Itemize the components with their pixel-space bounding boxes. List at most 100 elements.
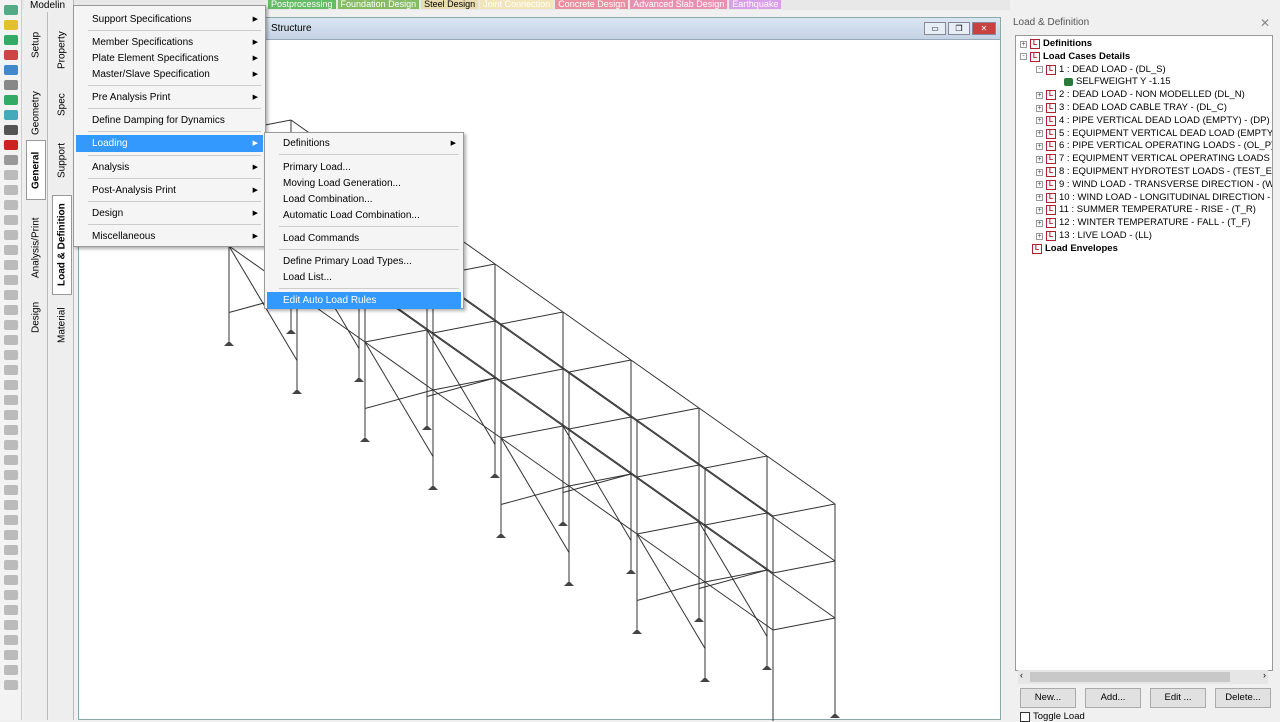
tool-icon[interactable] <box>4 545 18 555</box>
module-tab[interactable]: Joint Connection <box>480 0 554 9</box>
expand-icon[interactable]: + <box>1020 40 1027 48</box>
tree-node[interactable]: + L 5 : EQUIPMENT VERTICAL DEAD LOAD (EMPT… <box>1036 128 1272 140</box>
edit-button[interactable]: Edit ... <box>1150 688 1206 708</box>
expand-icon[interactable]: + <box>1036 232 1043 240</box>
tool-icon[interactable] <box>4 35 18 45</box>
close-icon[interactable]: ✕ <box>1260 16 1270 30</box>
menu-item-miscellaneous[interactable]: Miscellaneous ▶ <box>76 228 263 245</box>
expand-icon[interactable]: + <box>1036 168 1043 176</box>
tool-icon[interactable] <box>4 365 18 375</box>
collapse-icon[interactable]: - <box>1020 53 1027 61</box>
tool-icon[interactable] <box>4 380 18 390</box>
tool-icon[interactable] <box>4 200 18 210</box>
tool-icon[interactable] <box>4 470 18 480</box>
tree-node[interactable]: - L Load Cases Details <box>1020 51 1130 63</box>
tab-material[interactable]: Material <box>52 298 72 353</box>
tool-icon[interactable] <box>4 290 18 300</box>
tree-node[interactable]: + L 10 : WIND LOAD - LONGITUDINAL DIRECTIO… <box>1036 192 1272 204</box>
tree-node[interactable]: + L 3 : DEAD LOAD CABLE TRAY - (DL_C) <box>1036 102 1227 114</box>
tool-icon[interactable] <box>4 20 18 30</box>
tool-icon[interactable] <box>4 95 18 105</box>
tool-icon[interactable] <box>4 500 18 510</box>
menu-item-analysis[interactable]: Analysis ▶ <box>76 159 263 176</box>
menu-item-support-specifications[interactable]: Support Specifications ▶ <box>76 11 263 28</box>
expand-icon[interactable]: + <box>1036 181 1043 189</box>
expand-icon[interactable]: + <box>1036 155 1043 163</box>
tool-icon[interactable] <box>4 590 18 600</box>
tree-node[interactable]: + L 8 : EQUIPMENT HYDROTEST LOADS - (TEST_… <box>1036 166 1272 178</box>
menu-item-plate-element-specifications[interactable]: Plate Element Specifications ▶ <box>76 50 263 67</box>
tab-setup[interactable]: Setup <box>26 15 46 75</box>
tool-icon[interactable] <box>4 275 18 285</box>
tool-icon[interactable] <box>4 110 18 120</box>
tool-icon[interactable] <box>4 605 18 615</box>
horizontal-scrollbar[interactable]: ‹ › <box>1018 670 1268 684</box>
expand-icon[interactable]: + <box>1036 117 1043 125</box>
tool-icon[interactable] <box>4 650 18 660</box>
tool-icon[interactable] <box>4 425 18 435</box>
module-tab[interactable]: Postprocessing <box>268 0 336 9</box>
tree-node[interactable]: + L 13 : LIVE LOAD - (LL) <box>1036 230 1152 242</box>
tool-icon[interactable] <box>4 125 18 135</box>
module-tab[interactable]: Steel Design <box>421 0 479 9</box>
tool-icon[interactable] <box>4 65 18 75</box>
expand-icon[interactable]: + <box>1036 91 1043 99</box>
tool-icon[interactable] <box>4 305 18 315</box>
tool-icon[interactable] <box>4 260 18 270</box>
tool-icon[interactable] <box>4 440 18 450</box>
tool-icon[interactable] <box>4 155 18 165</box>
menu-item-definitions[interactable]: Definitions ▶ <box>267 135 461 152</box>
tree-node[interactable]: + L 12 : WINTER TEMPERATURE - FALL - (T_F) <box>1036 217 1250 229</box>
menu-item-edit-auto-load-rules[interactable]: Edit Auto Load Rules <box>267 292 461 309</box>
tool-icon[interactable] <box>4 530 18 540</box>
toggle-load-checkbox[interactable]: Toggle Load <box>1020 711 1085 722</box>
tool-icon[interactable] <box>4 320 18 330</box>
tool-icon[interactable] <box>4 410 18 420</box>
menu-item-member-specifications[interactable]: Member Specifications ▶ <box>76 34 263 51</box>
menu-item-moving-load-generation[interactable]: Moving Load Generation... <box>267 175 461 192</box>
tool-icon[interactable] <box>4 455 18 465</box>
menu-item-design[interactable]: Design ▶ <box>76 205 263 222</box>
tool-icon[interactable] <box>4 515 18 525</box>
expand-icon[interactable]: + <box>1036 104 1043 112</box>
tree-node[interactable]: + L 4 : PIPE VERTICAL DEAD LOAD (EMPTY) - … <box>1036 115 1270 127</box>
tab-support[interactable]: Support <box>52 130 72 190</box>
menu-item-master-slave-specification[interactable]: Master/Slave Specification ▶ <box>76 66 263 83</box>
tree-node[interactable]: + L 11 : SUMMER TEMPERATURE - RISE - (T_R) <box>1036 204 1256 216</box>
menu-item-loading[interactable]: Loading ▶ <box>76 135 263 152</box>
delete-button[interactable]: Delete... <box>1215 688 1271 708</box>
menu-item-automatic-load-combination[interactable]: Automatic Load Combination... <box>267 207 461 224</box>
tab-design[interactable]: Design <box>26 290 46 345</box>
tab-load-definition[interactable]: Load & Definition <box>52 195 72 295</box>
tool-icon[interactable] <box>4 335 18 345</box>
module-tab[interactable]: Concrete Design <box>555 0 629 9</box>
tool-icon[interactable] <box>4 350 18 360</box>
tool-icon[interactable] <box>4 80 18 90</box>
tool-icon[interactable] <box>4 620 18 630</box>
menu-item-define-damping-for-dynamics[interactable]: Define Damping for Dynamics <box>76 112 263 129</box>
tool-icon[interactable] <box>4 575 18 585</box>
tree-node[interactable]: + L 7 : EQUIPMENT VERTICAL OPERATING LOADS… <box>1036 153 1272 165</box>
menu-item-load-list[interactable]: Load List... <box>267 269 461 286</box>
tree-node[interactable]: -L1 : DEAD LOAD - (DL_S) <box>1036 64 1166 76</box>
close-button[interactable]: ✕ <box>972 22 996 35</box>
tool-icon[interactable] <box>4 485 18 495</box>
tool-icon[interactable] <box>4 245 18 255</box>
expand-icon[interactable]: + <box>1036 142 1043 150</box>
tree-node[interactable]: + L 6 : PIPE VERTICAL OPERATING LOADS - (O… <box>1036 140 1272 152</box>
tool-icon[interactable] <box>4 395 18 405</box>
menu-item-load-commands[interactable]: Load Commands <box>267 230 461 247</box>
restore-button[interactable]: ❐ <box>948 22 970 35</box>
collapse-icon[interactable]: - <box>1036 66 1043 74</box>
load-tree[interactable]: + L Definitions - L Load Cases Details - L 1 : D… <box>1015 35 1273 671</box>
tree-node[interactable]: + L Definitions <box>1020 38 1092 50</box>
menu-item-primary-load[interactable]: Primary Load... <box>267 159 461 176</box>
tool-icon[interactable] <box>4 140 18 150</box>
tool-icon[interactable] <box>4 230 18 240</box>
tree-node[interactable]: + L 2 : DEAD LOAD - NON MODELLED (DL_N) <box>1036 89 1245 101</box>
menu-item-define-primary-load-types[interactable]: Define Primary Load Types... <box>267 253 461 270</box>
tool-icon[interactable] <box>4 680 18 690</box>
tool-icon[interactable] <box>4 50 18 60</box>
tab-geometry[interactable]: Geometry <box>26 78 46 148</box>
add-button[interactable]: Add... <box>1085 688 1141 708</box>
